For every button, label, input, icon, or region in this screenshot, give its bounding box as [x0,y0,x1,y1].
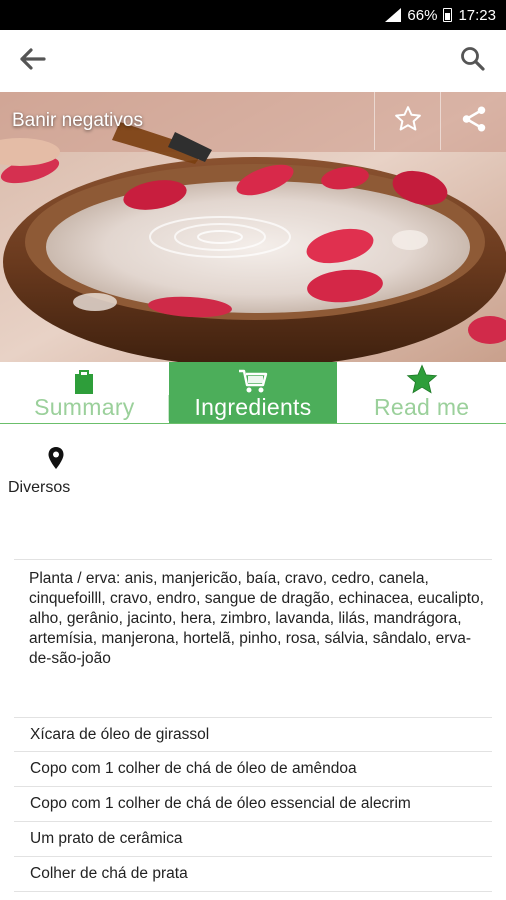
battery-icon [443,8,453,22]
share-icon [459,104,489,139]
location-label: Diversos [8,479,71,496]
share-button[interactable] [440,92,506,150]
plants-description: Planta / erva: anis, manjericão, baía, c… [29,570,484,667]
list-item[interactable]: Colher de chá de prata [14,857,492,892]
search-button[interactable] [456,44,490,78]
toolbar [0,30,506,92]
cart-icon [238,366,268,394]
arrow-left-icon [20,47,46,75]
tab-ingredients-label: Ingredients [194,394,312,420]
ingredients-list: Xícara de óleo de girassol Copo com 1 co… [14,717,492,892]
location: Diversos [8,446,96,497]
star-outline-icon [393,104,423,139]
favorite-button[interactable] [374,92,440,150]
plants-text: Planta / erva: anis, manjericão, baía, c… [25,569,485,669]
tab-read-me-label: Read me [373,394,470,420]
tab-summary-label: Summary [34,394,135,420]
recipe-title: Banir negativos [12,110,143,131]
map-pin-icon [47,447,65,474]
search-icon [460,46,486,77]
back-button[interactable] [16,44,50,78]
list-item[interactable]: Copo com 1 colher de chá de óleo essenci… [14,787,492,822]
list-item[interactable]: Xícara de óleo de girassol [14,717,492,752]
status-bar: 66% 17:23 [0,0,506,30]
signal-icon [385,8,402,22]
list-item[interactable]: Um prato de cerâmica [14,822,492,857]
hero-image: Banir negativos [0,92,506,362]
battery-percent: 66% [407,6,438,24]
section-divider [14,559,492,560]
hero-actions [374,92,506,150]
clipboard-icon [74,366,94,394]
star-icon [405,364,439,394]
clock: 17:23 [458,6,496,24]
tab-ingredients[interactable]: Ingredients [168,362,338,423]
tab-summary[interactable]: Summary [0,362,169,423]
tab-read-me[interactable]: Read me [337,362,506,423]
tab-bar: Summary Ingredients Read me [0,362,506,424]
list-item[interactable]: Copo com 1 colher de chá de óleo de amên… [14,752,492,787]
